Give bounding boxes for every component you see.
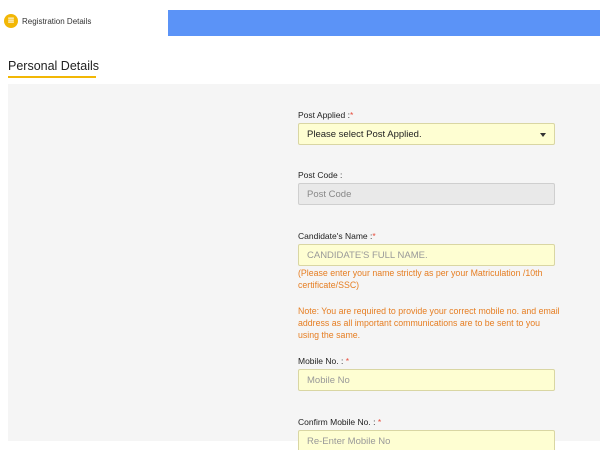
mobile-field[interactable]: Mobile No <box>298 369 555 391</box>
contact-note: Note: You are required to provide your c… <box>298 306 560 340</box>
required-marker: * <box>377 417 382 427</box>
mobile-label: Mobile No. : * <box>298 356 350 366</box>
post-code-placeholder: Post Code <box>307 188 352 200</box>
list-icon: ≡ <box>4 14 18 28</box>
required-marker: * <box>372 231 376 241</box>
progress-header-bar <box>168 10 600 36</box>
mobile-placeholder: Mobile No <box>307 374 350 386</box>
registration-details-tab[interactable]: ≡ Registration Details <box>4 11 91 31</box>
section-title: Personal Details <box>8 59 100 73</box>
top-bar: ≡ Registration Details <box>0 0 600 38</box>
post-applied-label: Post Applied :* <box>298 110 354 120</box>
confirm-mobile-field[interactable]: Re-Enter Mobile No <box>298 430 555 450</box>
candidate-name-hint: (Please enter your name strictly as per … <box>298 268 543 290</box>
confirm-mobile-placeholder: Re-Enter Mobile No <box>307 435 391 447</box>
post-applied-select[interactable]: Please select Post Applied. <box>298 123 555 145</box>
candidate-name-placeholder: CANDIDATE'S FULL NAME. <box>307 249 428 261</box>
section-title-underline <box>8 76 96 78</box>
post-code-label: Post Code : <box>298 170 343 180</box>
candidate-name-label: Candidate's Name :* <box>298 231 376 241</box>
post-code-field[interactable]: Post Code <box>298 183 555 205</box>
candidate-name-field[interactable]: CANDIDATE'S FULL NAME. <box>298 244 555 266</box>
required-marker: * <box>345 356 350 366</box>
required-marker: * <box>349 110 354 120</box>
dropdown-caret-icon <box>540 133 546 137</box>
confirm-mobile-label: Confirm Mobile No. : * <box>298 417 382 427</box>
registration-details-label: Registration Details <box>22 16 92 26</box>
post-applied-selected-value: Please select Post Applied. <box>307 128 422 140</box>
